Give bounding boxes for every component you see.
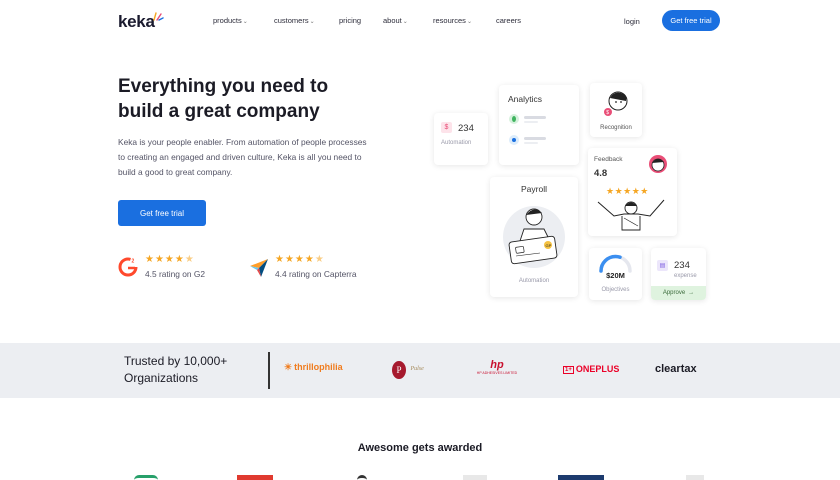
keka-logo[interactable]: keka	[118, 12, 155, 32]
capterra-logo-icon	[250, 259, 268, 277]
payroll-card-tag: GP	[546, 243, 552, 248]
payroll-card: Payroll GP Automation	[490, 177, 578, 297]
get-free-trial-button[interactable]: Get free trial	[662, 10, 720, 31]
receipt-icon: ▤	[657, 260, 668, 271]
objectives-value: $20M	[606, 271, 625, 280]
feedback-card: Feedback 4.8 ★★★★★	[588, 148, 677, 236]
hero-get-free-trial-button[interactable]: Get free trial	[118, 200, 206, 226]
recognition-label: Recognition	[600, 125, 632, 131]
trusted-line1: Trusted by 10,000+	[124, 354, 228, 368]
brand-oneplus-logo: 1+ ONEPLUS	[563, 364, 620, 374]
logo-spark-icon	[153, 12, 164, 21]
award-badge	[686, 475, 704, 480]
analytics-bar	[524, 121, 538, 123]
trusted-line2: Organizations	[124, 371, 199, 385]
expense-value: 234	[674, 260, 690, 271]
chevron-down-icon: ⌄	[309, 19, 315, 25]
chevron-down-icon: ⌄	[402, 19, 408, 25]
brand-thrillophilia-logo: ☀ thrillophilia	[284, 362, 343, 372]
brand-cleartax-logo: cleartax	[655, 363, 697, 375]
trusted-divider	[268, 352, 270, 389]
hero-title: Everything you need to build a great com…	[118, 74, 418, 124]
oneplus-mark-icon: 1+	[563, 366, 574, 374]
award-badge	[357, 475, 367, 480]
g2-rating[interactable]: 2 ★★★★★ 4.5 rating on G2	[118, 254, 238, 282]
award-badge	[558, 475, 604, 480]
arrow-right-icon: →	[688, 290, 695, 296]
automation-mini-value: 234	[458, 123, 474, 134]
award-badge	[134, 475, 158, 480]
expense-card: ▤ 234 expense Approve →	[651, 248, 706, 300]
brand-pulse-logo: P Pulse	[392, 360, 424, 380]
payroll-title: Payroll	[521, 184, 547, 194]
awards-heading: Awesome gets awarded	[357, 442, 483, 454]
expense-label: expense	[674, 273, 697, 279]
analytics-bar	[524, 142, 538, 144]
analytics-card: Analytics	[499, 85, 579, 165]
capterra-stars: ★★★★★	[275, 254, 325, 265]
chevron-down-icon: ⌄	[466, 19, 472, 25]
analytics-bar	[524, 116, 546, 119]
feedback-avatar-icon	[649, 155, 667, 173]
award-badge	[237, 475, 273, 480]
nav-careers[interactable]: careers	[496, 16, 521, 25]
svg-text:$: $	[606, 110, 609, 116]
payroll-illustration-icon: GP	[503, 206, 565, 268]
automation-mini-card: $ 234 Automation	[434, 113, 488, 165]
nav-resources[interactable]: resources⌄	[433, 16, 472, 25]
feedback-value: 4.8	[594, 168, 608, 179]
g2-stars: ★★★★★	[145, 254, 195, 265]
analytics-dot-blue-icon	[509, 135, 519, 145]
g2-rating-text: 4.5 rating on G2	[145, 269, 206, 279]
chevron-down-icon: ⌄	[242, 19, 248, 25]
objectives-label: Objectives	[601, 287, 630, 293]
objectives-card: $20M Objectives	[589, 248, 642, 300]
login-link[interactable]: login	[624, 17, 640, 26]
hero-description: Keka is your people enabler. From automa…	[118, 137, 367, 177]
sun-icon: ☀	[284, 362, 293, 372]
analytics-bar	[524, 137, 546, 140]
nav-products[interactable]: products⌄	[213, 16, 248, 25]
capterra-rating-text: 4.4 rating on Capterra	[275, 269, 357, 279]
award-badge	[463, 475, 487, 480]
nav-customers[interactable]: customers⌄	[274, 16, 315, 25]
trusted-heading: Trusted by 10,000+ Organizations	[124, 353, 264, 387]
approve-label: Approve	[662, 290, 686, 296]
top-nav: keka products⌄ customers⌄ pricing about⌄…	[0, 0, 840, 42]
objectives-gauge-icon	[599, 254, 632, 273]
capterra-rating[interactable]: ★★★★★ 4.4 rating on Capterra	[248, 254, 388, 282]
brand-hp-adhesives-logo: hp HP ADHESIVES LIMITED	[474, 359, 520, 375]
recognition-card: $ Recognition	[590, 83, 642, 137]
feedback-title: Feedback	[594, 156, 623, 163]
svg-text:2: 2	[132, 259, 135, 265]
payroll-label: Automation	[518, 278, 550, 284]
dollar-icon: $	[441, 122, 452, 133]
person-avatar-icon: $	[604, 91, 628, 116]
approve-button[interactable]: Approve →	[651, 286, 706, 300]
analytics-dot-green-icon	[509, 114, 519, 124]
analytics-title: Analytics	[508, 94, 543, 104]
g2-logo-icon: 2	[118, 257, 138, 277]
hp-mark-icon: hp	[490, 359, 504, 371]
hero-title-line1: Everything you need to	[118, 76, 329, 97]
automation-mini-label: Automation	[441, 140, 472, 146]
hero-title-line2: build a great company	[118, 101, 320, 122]
nav-about[interactable]: about⌄	[383, 16, 408, 25]
pulse-mark-icon: P	[392, 361, 406, 379]
celebrating-person-icon	[597, 199, 665, 231]
nav-pricing[interactable]: pricing	[339, 16, 361, 25]
